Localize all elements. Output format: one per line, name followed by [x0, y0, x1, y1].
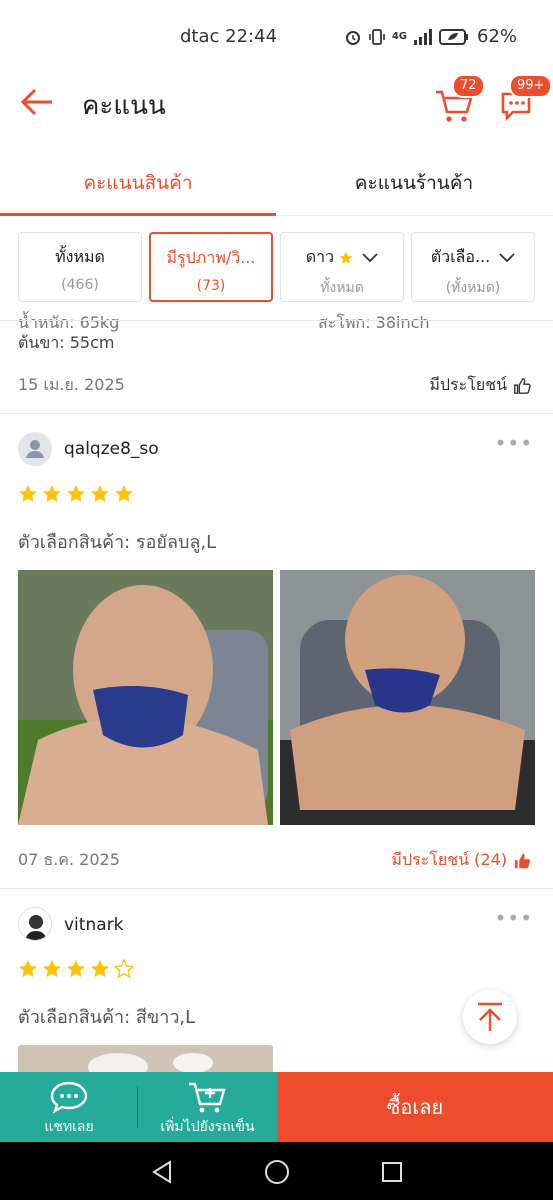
- active-tab-indicator: [0, 213, 276, 216]
- user-photo-icon: [25, 915, 47, 940]
- clock: 22:44: [225, 26, 278, 47]
- avatar[interactable]: [18, 907, 52, 941]
- back-arrow-icon[interactable]: [18, 84, 54, 120]
- buy-now-button[interactable]: ซื้อเลย: [277, 1072, 553, 1142]
- bottom-action-bar: แชทเลย เพิ่มไปยังรถเข็น ซื้อเลย: [0, 1072, 553, 1142]
- filter-sub: ทั้งหมด: [320, 280, 364, 296]
- status-icons: 4G: [344, 28, 469, 46]
- star-filled-icon: [67, 960, 85, 977]
- status-bar: dtac 22:44 4G 62%: [0, 0, 553, 76]
- review-measure-thigh: ต้นขา: 55cm: [18, 333, 115, 352]
- star-filled-icon: [19, 485, 37, 502]
- cart-button[interactable]: 72: [434, 74, 485, 124]
- review-variant: ตัวเลือกสินค้า: สีขาว,L: [18, 1007, 196, 1028]
- filter-variant[interactable]: ตัวเลือ... (ทั้งหมด): [411, 232, 535, 302]
- tab-product-ratings[interactable]: คะแนนสินค้า: [0, 168, 276, 198]
- filter-label: ตัวเลือ...: [430, 247, 491, 266]
- filter-sub: (ทั้งหมด): [445, 280, 501, 296]
- chat-now-label: แชทเลย: [44, 1119, 94, 1135]
- arrow-up-icon: [478, 1002, 502, 1031]
- helpful-button[interactable]: มีประโยชน์: [429, 373, 531, 398]
- reviewer-username[interactable]: vitnark: [64, 915, 123, 935]
- chat-button[interactable]: 99+: [499, 74, 553, 124]
- chevron-down-icon: [499, 252, 515, 262]
- status-right: 4G 62%: [344, 26, 517, 47]
- star-filled-icon: [43, 485, 61, 502]
- carrier-label: dtac: [180, 26, 220, 47]
- rating-stars: [18, 959, 134, 979]
- page-title: คะแนน: [82, 91, 166, 121]
- filter-label: ทั้งหมด: [55, 247, 105, 266]
- filter-label: มีรูปภาพ/วิ...: [166, 248, 256, 267]
- chat-now-button[interactable]: แชทเลย: [0, 1072, 138, 1142]
- vibrate-icon: [369, 28, 385, 45]
- review-photo[interactable]: [18, 570, 273, 825]
- add-to-cart-button[interactable]: เพิ่มไปยังรถเข็น: [138, 1072, 277, 1142]
- star-filled-icon: [43, 960, 61, 977]
- filter-with-media[interactable]: มีรูปภาพ/วิ... (73): [149, 232, 273, 302]
- review-variant: ตัวเลือกสินค้า: รอยัลบลู,L: [18, 532, 217, 553]
- star-filled-icon: [115, 485, 133, 502]
- chat-bubble-icon: [50, 1081, 88, 1114]
- review-photo-image: [280, 570, 535, 825]
- filter-label-row: ตัวเลือ...: [412, 245, 534, 270]
- star-filled-icon: [91, 485, 109, 502]
- avatar[interactable]: [18, 432, 52, 466]
- system-nav-bar: [0, 1142, 553, 1200]
- review-measure-hips: สะโพก: 38inch: [318, 313, 430, 332]
- star-filled-icon: [67, 485, 85, 502]
- thumbs-up-filled-icon: [514, 853, 531, 868]
- alarm-icon: [345, 30, 360, 45]
- app-header: คะแนน 72 99+: [0, 74, 553, 132]
- more-options-icon[interactable]: •••: [495, 431, 533, 455]
- filter-divider: [0, 320, 553, 321]
- default-user-icon: [26, 440, 44, 458]
- chevron-down-icon: [362, 252, 378, 262]
- helpful-button[interactable]: มีประโยชน์ (24): [391, 848, 531, 873]
- signal-icon: [413, 28, 432, 45]
- nav-recents-icon[interactable]: [380, 1160, 404, 1184]
- reviewer-username[interactable]: qalqze8_so: [64, 439, 159, 459]
- filter-stars[interactable]: ดาว ทั้งหมด: [280, 232, 404, 302]
- add-to-cart-label: เพิ่มไปยังรถเข็น: [160, 1119, 255, 1135]
- helpful-label: มีประโยชน์: [429, 375, 507, 394]
- network-type: 4G: [391, 31, 407, 42]
- filter-count: (466): [61, 277, 99, 293]
- more-options-icon[interactable]: •••: [495, 906, 533, 930]
- helpful-label: มีประโยชน์ (24): [391, 850, 507, 869]
- battery-icon: [438, 28, 468, 45]
- review-separator: [0, 888, 553, 889]
- star-filled-icon: [19, 960, 37, 977]
- filter-count: (73): [196, 278, 226, 294]
- star-icon: [339, 251, 353, 264]
- rating-stars: [18, 484, 134, 504]
- cart-badge: 72: [452, 74, 485, 98]
- rating-tabs: คะแนนสินค้า คะแนนร้านค้า: [0, 148, 553, 216]
- star-empty-icon: [114, 959, 134, 979]
- review-date: 07 ธ.ค. 2025: [18, 850, 120, 869]
- chat-badge: 99+: [509, 74, 553, 98]
- filter-label: ดาว: [305, 247, 335, 266]
- nav-back-icon[interactable]: [150, 1160, 174, 1184]
- star-filled-icon: [91, 960, 109, 977]
- review-photo[interactable]: [280, 570, 535, 825]
- tab-shop-ratings[interactable]: คะแนนร้านค้า: [276, 168, 552, 198]
- filter-all[interactable]: ทั้งหมด (466): [18, 232, 142, 302]
- battery-percent: 62%: [476, 26, 517, 47]
- nav-home-icon[interactable]: [264, 1159, 290, 1185]
- thumbs-up-icon: [514, 377, 531, 394]
- review-photo-image: [18, 570, 273, 825]
- filter-bar: ทั้งหมด (466) มีรูปภาพ/วิ... (73) ดาว ทั…: [0, 232, 553, 308]
- add-cart-icon: [188, 1082, 226, 1113]
- scroll-to-top-button[interactable]: [463, 990, 517, 1044]
- review-separator: [0, 413, 553, 414]
- status-carrier-time: dtac 22:44: [180, 26, 277, 47]
- filter-label-row: ดาว: [281, 245, 403, 270]
- review-date: 15 เม.ย. 2025: [18, 375, 125, 394]
